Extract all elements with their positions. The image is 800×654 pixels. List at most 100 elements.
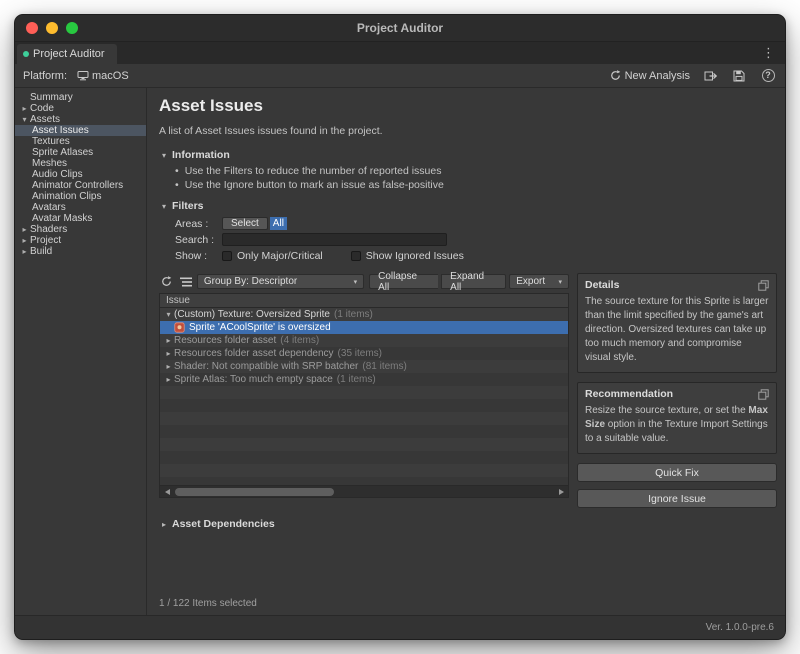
- sidebar-item-asset-issues[interactable]: Asset Issues: [15, 125, 146, 136]
- sidebar-item-summary[interactable]: Summary: [15, 92, 146, 103]
- only-major-critical-checkbox[interactable]: [222, 251, 232, 261]
- main-panel: Asset Issues A list of Asset Issues issu…: [147, 88, 785, 615]
- sidebar-item-shaders[interactable]: Shaders: [15, 224, 146, 235]
- issue-group-row[interactable]: Resources folder asset (4 items): [160, 334, 568, 347]
- recommendation-header: Recommendation: [585, 388, 673, 400]
- sidebar-item-label: Meshes: [32, 158, 67, 169]
- asset-dependencies-header: Asset Dependencies: [172, 518, 275, 530]
- copy-icon[interactable]: [758, 389, 769, 400]
- close-button[interactable]: [26, 22, 38, 34]
- load-report-button[interactable]: [701, 68, 719, 84]
- platform-label: Platform:: [23, 70, 67, 82]
- search-label: Search :: [175, 234, 222, 246]
- save-report-button[interactable]: [730, 68, 748, 84]
- sidebar-item-avatar-masks[interactable]: Avatar Masks: [15, 213, 146, 224]
- sidebar-item-build[interactable]: Build: [15, 246, 146, 257]
- refresh-icon[interactable]: [159, 275, 175, 289]
- ignore-issue-button[interactable]: Ignore Issue: [577, 489, 777, 508]
- group-count: (1 items): [337, 374, 376, 385]
- new-analysis-button[interactable]: New Analysis: [610, 70, 690, 82]
- help-button[interactable]: ?: [759, 68, 777, 84]
- chevron-right-icon: [19, 235, 30, 246]
- group-count: (35 items): [338, 348, 382, 359]
- scrollbar-track[interactable]: [175, 488, 553, 496]
- filters-foldout[interactable]: Filters: [159, 199, 777, 213]
- issue-group-row[interactable]: (Custom) Texture: Oversized Sprite (1 it…: [160, 308, 568, 321]
- sidebar-item-project[interactable]: Project: [15, 235, 146, 246]
- search-input[interactable]: [222, 233, 447, 246]
- asset-dependencies-foldout[interactable]: Asset Dependencies: [159, 517, 777, 531]
- issues-split-view: Group By: Descriptor Collapse All Expand…: [159, 273, 777, 510]
- export-label: Export: [516, 276, 545, 287]
- export-button[interactable]: Export: [509, 274, 569, 289]
- project-auditor-window: Project Auditor Project Auditor Platform…: [14, 14, 786, 640]
- show-ignored-issues-checkbox[interactable]: [351, 251, 361, 261]
- overflow-menu-icon[interactable]: [752, 47, 785, 60]
- scrollbar-thumb[interactable]: [175, 488, 334, 496]
- issue-group-row[interactable]: Sprite Atlas: Too much empty space (1 it…: [160, 373, 568, 386]
- group-label: Resources folder asset: [174, 335, 276, 346]
- information-bullet: Use the Ignore button to mark an issue a…: [175, 178, 777, 192]
- status-bar: Ver. 1.0.0-pre.6: [15, 615, 785, 639]
- quick-fix-button[interactable]: Quick Fix: [577, 463, 777, 482]
- sidebar-item-animator-controllers[interactable]: Animator Controllers: [15, 180, 146, 191]
- minimize-button[interactable]: [46, 22, 58, 34]
- scroll-right-button[interactable]: [556, 487, 566, 497]
- issues-table: (Custom) Texture: Oversized Sprite (1 it…: [159, 308, 569, 486]
- maximize-button[interactable]: [66, 22, 78, 34]
- expand-all-button[interactable]: Expand All: [441, 274, 506, 289]
- platform-dropdown[interactable]: macOS: [72, 69, 134, 83]
- chevron-right-icon: [19, 246, 30, 257]
- tab-project-auditor[interactable]: Project Auditor: [17, 44, 117, 64]
- sidebar-item-label: Project: [30, 235, 61, 246]
- titlebar[interactable]: Project Auditor: [15, 15, 785, 42]
- refresh-icon: [610, 70, 621, 81]
- group-by-dropdown[interactable]: Group By: Descriptor: [197, 274, 364, 289]
- sidebar-item-label: Shaders: [30, 224, 67, 235]
- group-count: (1 items): [334, 309, 373, 320]
- sprite-icon: [174, 322, 187, 333]
- copy-icon[interactable]: [758, 280, 769, 291]
- sidebar-item-assets[interactable]: Assets: [15, 114, 146, 125]
- chevron-right-icon: [163, 362, 174, 371]
- collapse-all-button[interactable]: Collapse All: [369, 274, 438, 289]
- sidebar-item-code[interactable]: Code: [15, 103, 146, 114]
- chevron-right-icon: [19, 103, 30, 114]
- information-foldout[interactable]: Information: [159, 148, 777, 162]
- tab-indicator-dot: [23, 51, 29, 57]
- sidebar-item-label: Asset Issues: [32, 125, 89, 136]
- sidebar-item-audio-clips[interactable]: Audio Clips: [15, 169, 146, 180]
- show-label: Show :: [175, 250, 222, 262]
- areas-label: Areas :: [175, 218, 222, 230]
- recommendation-box: Recommendation Resize the source texture…: [577, 382, 777, 454]
- group-count: (81 items): [362, 361, 406, 372]
- recommendation-text: option in the Texture Import Settings to…: [585, 419, 768, 444]
- issue-column-label: Issue: [166, 295, 190, 306]
- chevron-down-icon: [19, 114, 30, 125]
- sidebar-item-avatars[interactable]: Avatars: [15, 202, 146, 213]
- sidebar-item-meshes[interactable]: Meshes: [15, 158, 146, 169]
- horizontal-scrollbar[interactable]: [159, 486, 569, 498]
- sidebar-item-sprite-atlases[interactable]: Sprite Atlases: [15, 147, 146, 158]
- scroll-left-button[interactable]: [162, 487, 172, 497]
- issue-row-selected[interactable]: Sprite 'ACoolSprite' is oversized: [160, 321, 568, 334]
- chevron-right-icon: [163, 336, 174, 345]
- details-body: The source texture for this Sprite is la…: [585, 295, 769, 365]
- show-ignored-issues-label: Show Ignored Issues: [366, 250, 464, 262]
- details-header: Details: [585, 279, 619, 291]
- view-mode-icon[interactable]: [178, 275, 194, 289]
- details-header-row: Details: [585, 279, 769, 291]
- areas-select-button[interactable]: Select: [222, 217, 268, 230]
- issue-column-header[interactable]: Issue: [159, 293, 569, 308]
- sidebar-item-label: Code: [30, 103, 54, 114]
- issue-group-row[interactable]: Resources folder asset dependency (35 it…: [160, 347, 568, 360]
- tab-label: Project Auditor: [33, 48, 105, 60]
- issues-table-panel: Group By: Descriptor Collapse All Expand…: [159, 273, 569, 510]
- tab-bar: Project Auditor: [15, 42, 785, 64]
- chevron-right-icon: [163, 349, 174, 358]
- sidebar-item-textures[interactable]: Textures: [15, 136, 146, 147]
- sidebar-item-animation-clips[interactable]: Animation Clips: [15, 191, 146, 202]
- issue-group-row[interactable]: Shader: Not compatible with SRP batcher …: [160, 360, 568, 373]
- sidebar-item-label: Avatar Masks: [32, 213, 92, 224]
- monitor-icon: [77, 70, 89, 81]
